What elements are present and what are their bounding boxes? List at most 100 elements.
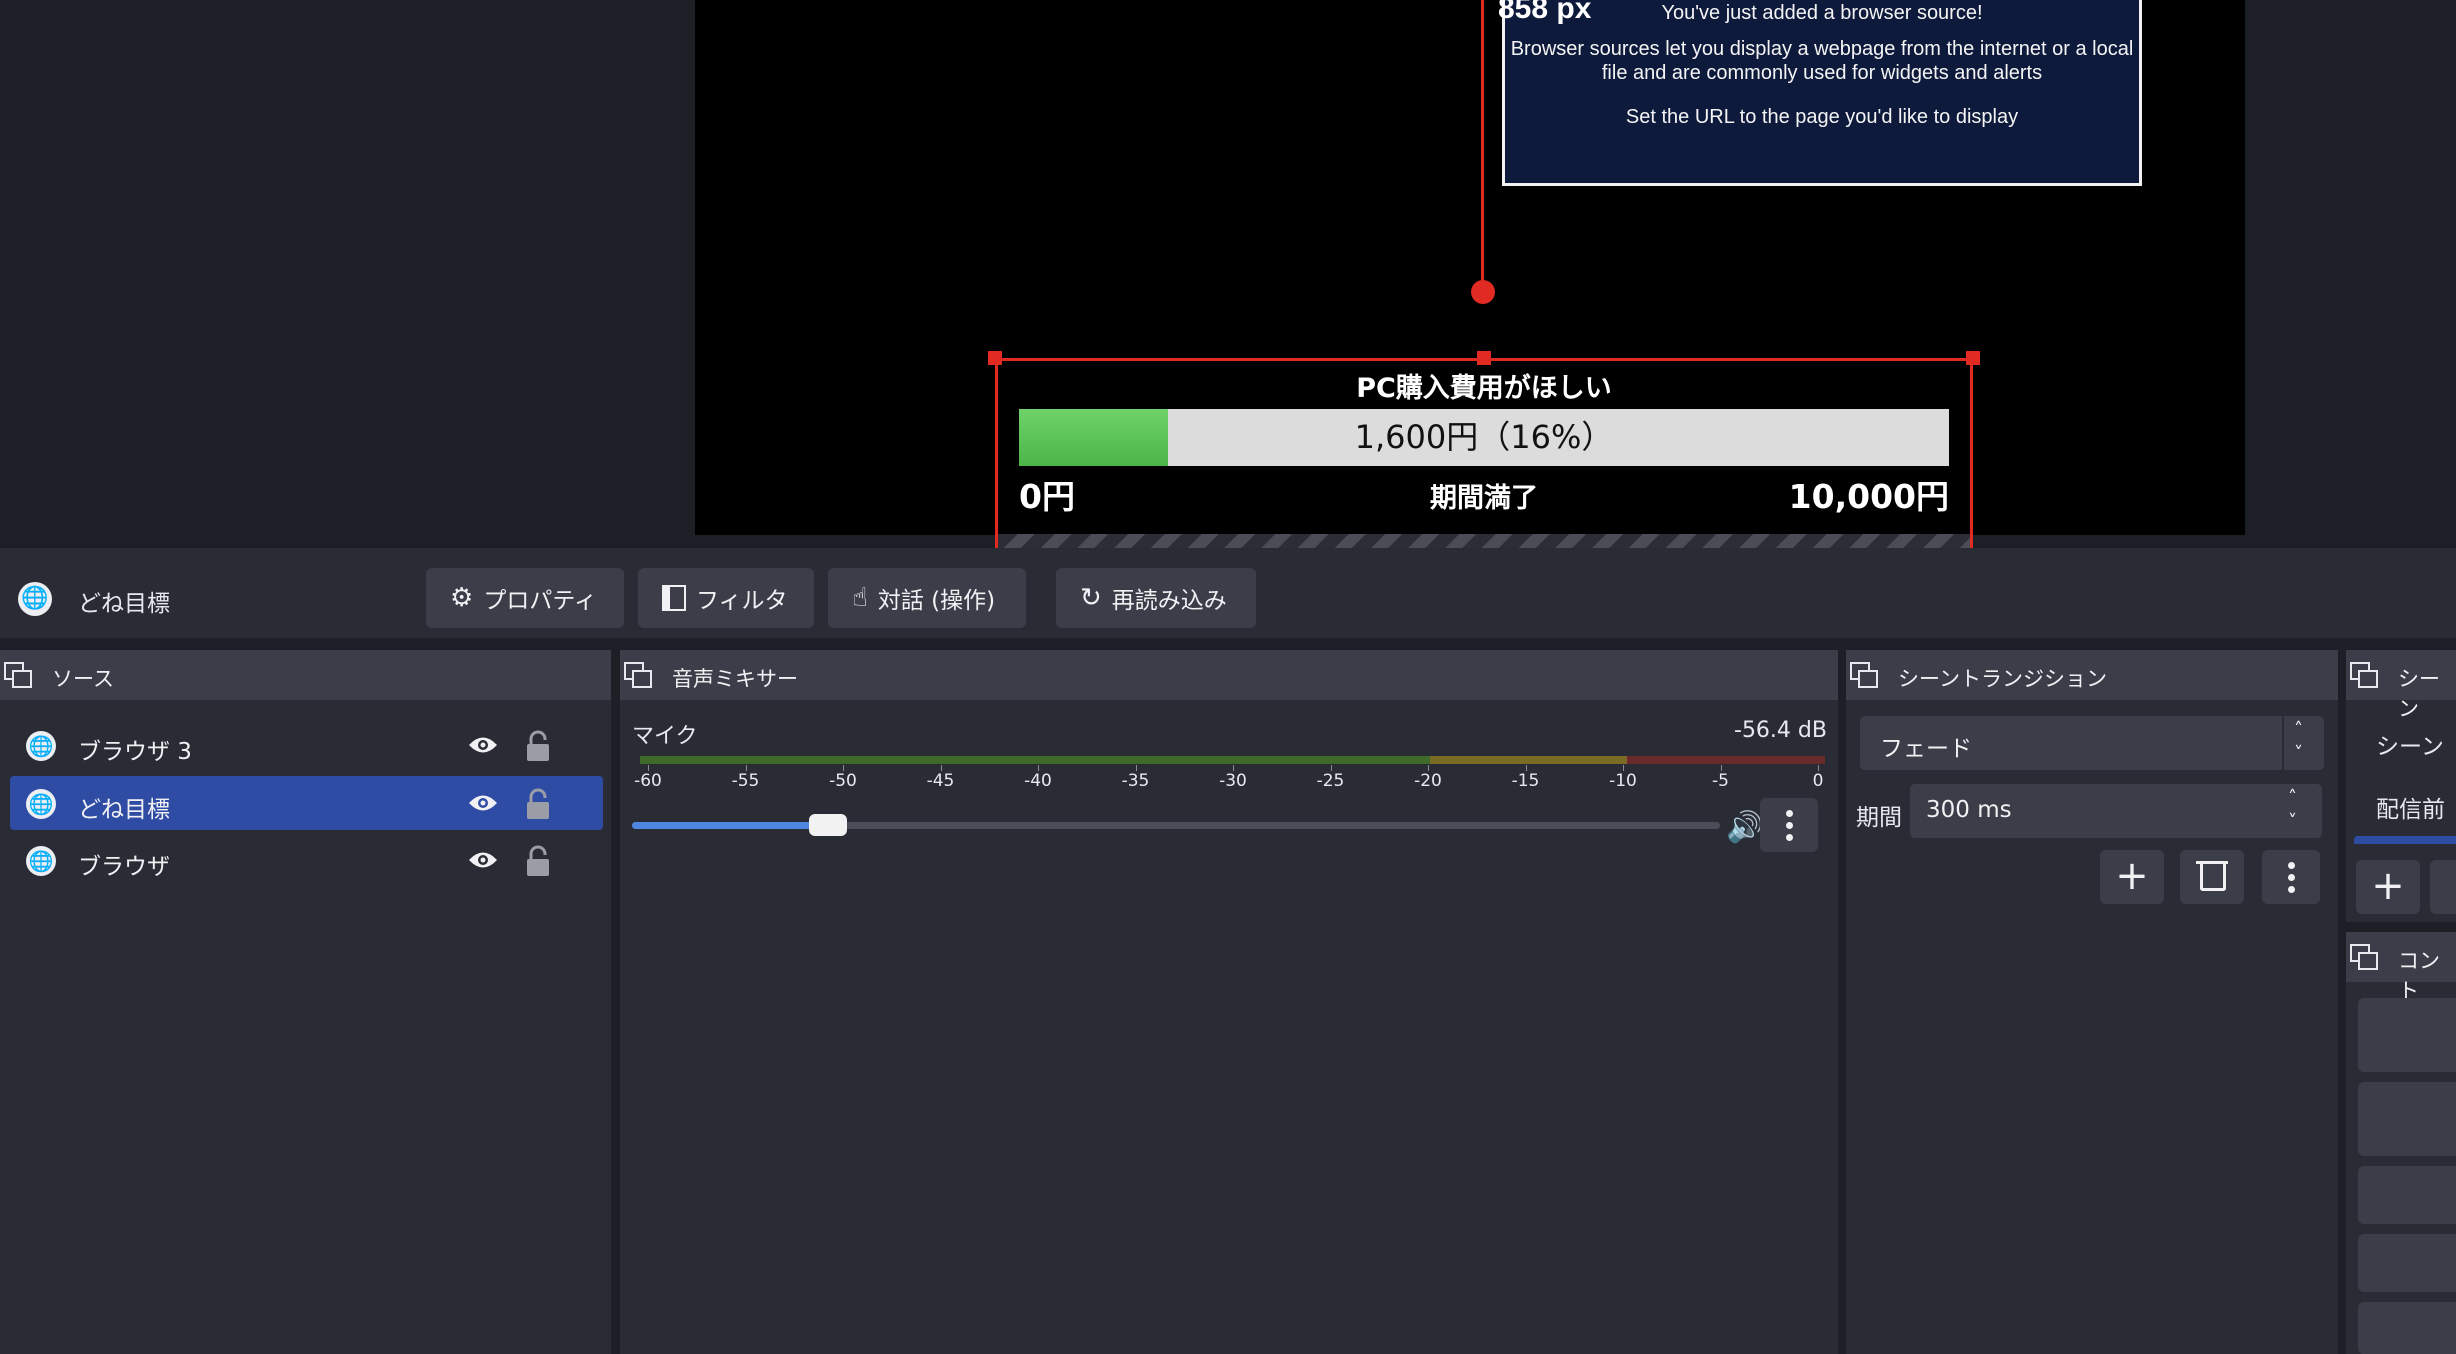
mixer-channel-name: マイク bbox=[632, 724, 698, 749]
scene-selected-indicator bbox=[2354, 836, 2456, 844]
meter-green-zone bbox=[640, 756, 1430, 764]
dock-float-icon[interactable] bbox=[4, 662, 32, 688]
scenes-dock-title: シーン bbox=[2398, 667, 2440, 721]
browser-source-placeholder: You've just added a browser source! Brow… bbox=[1502, 0, 2142, 186]
interact-label: 対話 (操作) bbox=[877, 588, 996, 614]
add-scene-button[interactable]: + bbox=[2356, 860, 2420, 914]
control-button[interactable] bbox=[2358, 1302, 2456, 1354]
pointer-hand-icon: ☝ bbox=[852, 583, 868, 613]
browser-msg-line3: Set the URL to the page you'd like to di… bbox=[1625, 106, 2019, 128]
spin-chevron-icon[interactable]: ˄ ˅ bbox=[2288, 786, 2297, 834]
control-button[interactable] bbox=[2358, 998, 2456, 1072]
properties-button[interactable]: ⚙ プロパティ bbox=[426, 568, 624, 628]
eye-icon[interactable] bbox=[468, 734, 498, 756]
mixer-level-readout: -56.4 dB bbox=[1734, 718, 1827, 743]
meter-tick-label: -50 bbox=[829, 771, 857, 791]
globe-icon: 🌐 bbox=[26, 731, 56, 761]
resize-handle-top-left[interactable] bbox=[988, 351, 1002, 365]
source-item[interactable]: 🌐 ブラウザ bbox=[10, 833, 603, 887]
scenes-dock-header[interactable]: シーン bbox=[2346, 650, 2456, 721]
scene-toolbar-button[interactable] bbox=[2430, 860, 2456, 914]
resize-handle-top-right[interactable] bbox=[1966, 351, 1980, 365]
add-transition-button[interactable]: + bbox=[2100, 850, 2164, 904]
refresh-button[interactable]: ↻ 再読み込み bbox=[1056, 568, 1256, 628]
meter-tick-label: -15 bbox=[1511, 771, 1540, 791]
transitions-dock-title: シーントランジション bbox=[1898, 667, 2107, 691]
control-button[interactable] bbox=[2358, 1082, 2456, 1156]
volume-slider-handle[interactable] bbox=[808, 814, 847, 836]
source-item[interactable]: 🌐 ブラウザ 3 bbox=[10, 718, 603, 772]
dock-float-icon[interactable] bbox=[2350, 662, 2378, 688]
source-item-label: ブラウザ 3 bbox=[78, 739, 192, 765]
meter-tick-label: -10 bbox=[1609, 771, 1637, 791]
gear-icon: ⚙ bbox=[450, 583, 474, 613]
preview-edge-stripes bbox=[998, 534, 1970, 548]
goal-min-label: 0円 bbox=[1019, 477, 1075, 516]
controls-dock-title: コント bbox=[2398, 949, 2440, 1003]
distance-guide-line bbox=[1481, 0, 1484, 293]
globe-icon: 🌐 bbox=[18, 582, 52, 616]
trash-lid bbox=[2196, 861, 2228, 864]
dock-float-icon[interactable] bbox=[2350, 944, 2378, 970]
goal-max-label: 10,000円 bbox=[1788, 477, 1949, 516]
refresh-label: 再読み込み bbox=[1111, 588, 1227, 614]
mixer-dock-title: 音声ミキサー bbox=[672, 667, 798, 691]
eye-icon[interactable] bbox=[468, 849, 498, 871]
resize-handle-top[interactable] bbox=[1477, 351, 1491, 365]
goal-progress-text: 1,600円（16%） bbox=[1354, 418, 1614, 456]
eye-icon[interactable] bbox=[468, 792, 498, 814]
trash-icon bbox=[2200, 864, 2226, 891]
source-item[interactable]: 🌐 どね目標 bbox=[10, 776, 603, 830]
meter-tick-label: -20 bbox=[1414, 771, 1442, 791]
lock-icon[interactable] bbox=[524, 788, 552, 820]
meter-tick-label: -55 bbox=[731, 771, 760, 791]
transition-select[interactable]: フェード ˄ ˅ bbox=[1860, 716, 2324, 770]
filters-button[interactable]: フィルタ bbox=[638, 568, 814, 628]
duration-label: 期間 bbox=[1856, 805, 1902, 831]
transition-menu-button[interactable] bbox=[2262, 850, 2320, 904]
meter-tick-label: 0 bbox=[1812, 771, 1824, 791]
meter-tick-label: -60 bbox=[634, 771, 662, 791]
meter-tick-label: -35 bbox=[1121, 771, 1150, 791]
plus-icon: + bbox=[2371, 863, 2405, 909]
meter-tick-label: -30 bbox=[1219, 771, 1247, 791]
interact-button[interactable]: ☝ 対話 (操作) bbox=[828, 568, 1026, 628]
globe-icon: 🌐 bbox=[26, 789, 56, 819]
meter-tick-label: -40 bbox=[1024, 771, 1052, 791]
size-readout: 858 px bbox=[1498, 0, 1592, 25]
duration-spinbox[interactable]: 300 ms ˄ ˅ bbox=[1910, 784, 2322, 838]
sources-dock-header[interactable]: ソース bbox=[0, 650, 611, 700]
browser-msg-line1: You've just added a browser source! bbox=[1661, 2, 1983, 24]
lock-icon[interactable] bbox=[524, 730, 552, 762]
meter-tick-label: -45 bbox=[926, 771, 955, 791]
up-down-chevron-icon: ˄ ˅ bbox=[2294, 719, 2303, 764]
filter-icon bbox=[662, 585, 686, 611]
controls-dock-header[interactable]: コント bbox=[2346, 932, 2456, 1003]
scene-item[interactable]: シーン bbox=[2376, 727, 2444, 761]
mixer-dock-header[interactable]: 音声ミキサー bbox=[620, 650, 1838, 700]
speaker-icon[interactable]: 🔊 bbox=[1726, 810, 1763, 845]
dock-float-icon[interactable] bbox=[1850, 662, 1878, 688]
control-button[interactable] bbox=[2358, 1234, 2456, 1292]
transition-select-value: フェード bbox=[1880, 736, 1972, 762]
scene-item[interactable]: 配信前 bbox=[2376, 790, 2445, 824]
rotation-handle[interactable] bbox=[1471, 280, 1495, 304]
lock-icon[interactable] bbox=[524, 845, 552, 877]
plus-icon: + bbox=[2115, 853, 2149, 899]
globe-icon: 🌐 bbox=[26, 846, 56, 876]
filters-label: フィルタ bbox=[696, 588, 788, 614]
remove-transition-button[interactable] bbox=[2180, 850, 2244, 904]
control-button[interactable] bbox=[2358, 1166, 2456, 1224]
controls-dock: コント bbox=[2346, 932, 2456, 1354]
transitions-dock-header[interactable]: シーントランジション bbox=[1846, 650, 2338, 700]
volume-slider-fill bbox=[632, 822, 828, 829]
goal-title: PC購入費用がほしい bbox=[1356, 373, 1612, 404]
meter-yellow-zone bbox=[1430, 756, 1627, 764]
browser-msg-line2b: file and are commonly used for widgets a… bbox=[1601, 62, 2043, 84]
duration-value: 300 ms bbox=[1926, 797, 2012, 823]
mixer-menu-button[interactable] bbox=[1760, 798, 1818, 852]
dock-float-icon[interactable] bbox=[624, 662, 652, 688]
scenes-dock: シーン シーン 配信前 + bbox=[2346, 650, 2456, 922]
meter-tick-label: -5 bbox=[1712, 771, 1729, 791]
meter-tick-label: -25 bbox=[1316, 771, 1345, 791]
